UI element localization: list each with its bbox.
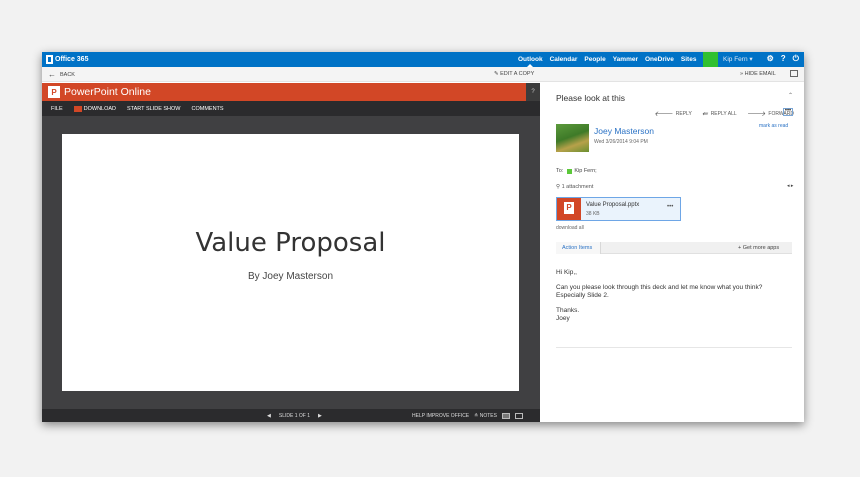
slide-subtitle: By Joey Masterson xyxy=(247,271,334,282)
normal-view-icon[interactable] xyxy=(501,413,510,419)
back-arrow-icon: ← xyxy=(48,70,56,79)
slide-counter: SLIDE 1 OF 1 xyxy=(278,413,310,419)
reply-all-icon: ⇚ xyxy=(701,110,708,118)
office365-logo[interactable]: Office 365 xyxy=(46,55,88,64)
collapse-icon[interactable]: ⌃ xyxy=(788,92,793,99)
get-more-apps-link[interactable]: + Get more apps xyxy=(738,242,779,254)
menu-start-slideshow[interactable]: START SLIDE SHOW xyxy=(127,106,180,112)
office-icon xyxy=(46,55,53,64)
nav-calendar[interactable]: Calendar xyxy=(550,56,578,63)
sender-avatar xyxy=(556,124,589,152)
powerpoint-viewer: PowerPoint Online ? FILE DOWNLOAD START … xyxy=(42,83,540,422)
body-signoff: Thanks. Joey xyxy=(556,306,580,323)
attachment-count: ⚲ 1 attachment xyxy=(556,184,594,190)
presence-icon xyxy=(567,168,573,174)
reply-icon: 🡐 xyxy=(654,111,673,118)
ppt-help-button[interactable]: ? xyxy=(526,83,540,101)
nav-yammer[interactable]: Yammer xyxy=(613,56,638,63)
email-body: Hi Kip,, Can you please look through thi… xyxy=(556,269,792,330)
apps-bar: Action Items + Get more apps xyxy=(556,242,792,254)
attachment-size: 38 KB xyxy=(586,211,600,217)
next-slide-icon[interactable]: ▶ xyxy=(318,413,322,419)
ppt-menu: FILE DOWNLOAD START SLIDE SHOW COMMENTS xyxy=(42,101,540,116)
download-all-link[interactable]: download all xyxy=(556,225,584,231)
edit-copy-button[interactable]: ✎ EDIT A COPY xyxy=(494,71,534,77)
suite-bar: Office 365 Outlook Calendar People Yamme… xyxy=(42,52,804,67)
help-icon[interactable]: ? xyxy=(781,54,786,64)
nav-onedrive[interactable]: OneDrive xyxy=(645,56,674,63)
tab-action-items[interactable]: Action Items xyxy=(556,242,601,254)
download-icon xyxy=(73,105,82,112)
pptx-file-icon xyxy=(557,198,581,220)
hide-email-button[interactable]: » HIDE EMAIL xyxy=(740,71,776,77)
back-button[interactable]: ← BACK xyxy=(48,70,75,79)
recipient-name[interactable]: Kip Fern; xyxy=(574,168,596,174)
body-message: Can you please look through this deck an… xyxy=(556,283,763,300)
attachment-name: Value Proposal.pptx xyxy=(586,202,640,208)
suite-nav: Outlook Calendar People Yammer OneDrive … xyxy=(518,52,717,67)
nav-outlook[interactable]: Outlook xyxy=(518,56,543,67)
power-icon[interactable]: ⏻ xyxy=(793,54,799,64)
powerpoint-icon xyxy=(48,86,60,98)
command-bar: ← BACK ✎ EDIT A COPY » HIDE EMAIL xyxy=(42,67,804,82)
reading-view-icon[interactable] xyxy=(514,413,523,419)
email-actions: 🡐 REPLY ⇚ REPLY ALL 🡒 FORWARD xyxy=(654,109,804,119)
office-window: Office 365 Outlook Calendar People Yamme… xyxy=(42,52,804,422)
slide-canvas[interactable]: Value Proposal By Joey Masterson xyxy=(62,134,519,391)
attachment-more-button[interactable]: ••• xyxy=(667,204,673,210)
body-divider xyxy=(556,347,792,348)
reply-button[interactable]: 🡐 REPLY xyxy=(654,109,692,119)
ppt-app-title: PowerPoint Online xyxy=(64,86,151,98)
attachment-nav-icon[interactable]: ◂ ▸ xyxy=(787,183,793,189)
gear-icon[interactable]: ⚙ xyxy=(767,54,774,64)
sender-name[interactable]: Joey Masterson xyxy=(594,126,654,136)
email-subject: Please look at this xyxy=(556,93,625,103)
ppt-status-bar: ◀ SLIDE 1 OF 1 ▶ HELP IMPROVE OFFICE ≙ N… xyxy=(42,409,540,422)
forward-icon: 🡒 xyxy=(746,111,766,118)
menu-file[interactable]: FILE xyxy=(51,106,63,112)
user-tile xyxy=(703,52,718,67)
reply-all-button[interactable]: ⇚ REPLY ALL xyxy=(702,110,737,118)
nav-people[interactable]: People xyxy=(584,56,605,63)
prev-slide-icon[interactable]: ◀ xyxy=(267,413,271,419)
user-menu[interactable]: Kip Fern ▾ xyxy=(723,55,753,63)
mark-as-read-link[interactable]: mark as read xyxy=(759,123,788,129)
reading-pane: Please look at this ⌃ 🡐 REPLY ⇚ REPLY ALL … xyxy=(540,83,804,422)
sent-timestamp: Wed 3/26/2014 9:04 PM xyxy=(594,139,648,145)
recipients: To: Kip Fern; xyxy=(556,168,597,174)
menu-comments[interactable]: COMMENTS xyxy=(192,106,224,112)
notes-button[interactable]: ≙ NOTES xyxy=(474,413,497,419)
help-improve-link[interactable]: HELP IMPROVE OFFICE xyxy=(412,413,469,419)
slide-title: Value Proposal xyxy=(195,228,386,258)
body-greeting: Hi Kip,, xyxy=(556,269,577,276)
attachment-card[interactable]: Value Proposal.pptx 38 KB ••• xyxy=(556,197,681,221)
nav-sites[interactable]: Sites xyxy=(681,56,697,63)
menu-download[interactable]: DOWNLOAD xyxy=(73,105,116,112)
ppt-title-bar: PowerPoint Online xyxy=(42,83,540,101)
popout-icon[interactable] xyxy=(790,70,798,77)
more-actions-button[interactable]: ••• xyxy=(783,108,793,116)
